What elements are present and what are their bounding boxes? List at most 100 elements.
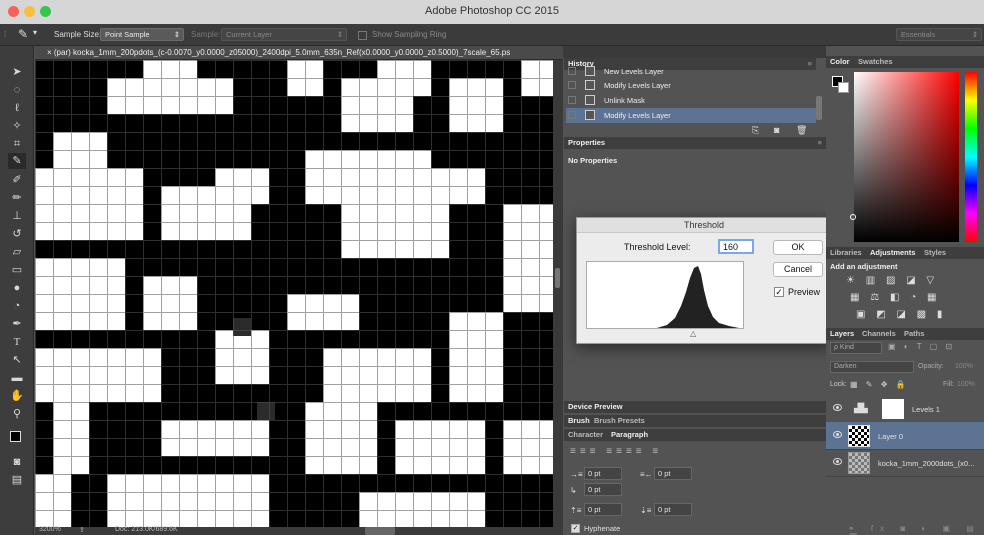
ok-button[interactable]: OK: [773, 240, 823, 255]
tab-swatches[interactable]: Swatches: [858, 57, 893, 66]
visibility-eye-icon[interactable]: [833, 404, 842, 411]
horizontal-scroll-thumb[interactable]: [365, 527, 395, 535]
sample-size-select[interactable]: Point Sample ⇕: [100, 28, 184, 41]
layer-row[interactable]: ▟▙ Levels 1: [826, 395, 984, 423]
tab-paragraph[interactable]: Paragraph: [611, 430, 648, 439]
history-item-selected[interactable]: Modify Levels Layer: [566, 108, 816, 123]
brush-tool-icon[interactable]: ✏: [8, 190, 26, 206]
history-state-icon: [585, 80, 595, 90]
space-before-field[interactable]: 0 pt: [584, 503, 622, 516]
visibility-eye-icon[interactable]: [833, 431, 842, 438]
new-document-from-state-icon[interactable]: ⎘: [752, 125, 759, 136]
space-after-field[interactable]: 0 pt: [654, 503, 692, 516]
chevron-down-icon[interactable]: ▾: [33, 28, 37, 37]
color-picker-cursor[interactable]: [850, 214, 856, 220]
eyedropper-tool-icon[interactable]: ✎: [8, 153, 26, 169]
tab-channels[interactable]: Channels: [862, 329, 896, 338]
threshold-level-input[interactable]: 160: [718, 239, 754, 254]
hyphenate-checkbox[interactable]: ✓: [571, 524, 580, 533]
show-ring-checkbox[interactable]: [358, 31, 367, 40]
healing-brush-tool-icon[interactable]: ✐: [8, 172, 26, 188]
hand-tool-icon[interactable]: ✋: [8, 388, 26, 404]
move-tool-icon[interactable]: ➤: [8, 64, 26, 80]
zoom-level[interactable]: 3200%: [39, 526, 61, 533]
rectangle-tool-icon[interactable]: ▬: [8, 370, 26, 386]
histogram: [586, 261, 744, 329]
cancel-button[interactable]: Cancel: [773, 262, 823, 277]
eraser-tool-icon[interactable]: ▱: [8, 244, 26, 260]
first-line-indent-field[interactable]: 0 pt: [584, 483, 622, 496]
visibility-eye-icon[interactable]: [833, 458, 842, 465]
tab-paths[interactable]: Paths: [904, 329, 924, 338]
path-selection-tool-icon[interactable]: ↖: [8, 352, 26, 368]
new-snapshot-icon[interactable]: ◙: [774, 125, 779, 135]
background-color-chip[interactable]: [838, 82, 849, 93]
tab-brush-presets[interactable]: Brush Presets: [594, 416, 645, 425]
opacity-value[interactable]: 100%: [955, 363, 973, 370]
fill-value[interactable]: 100%: [957, 381, 975, 388]
adjustment-icons-row-2[interactable]: ▦ ⚖ ◧ ◔ ▦: [850, 292, 940, 303]
hue-slider[interactable]: [965, 72, 977, 242]
tab-character[interactable]: Character: [568, 430, 603, 439]
fill-label: Fill:: [943, 381, 954, 388]
workspace-select[interactable]: Essentials ⇕: [896, 28, 982, 41]
sample-select[interactable]: Current Layer ⇕: [221, 28, 347, 41]
color-picker-field[interactable]: [854, 72, 959, 242]
history-scrollbar[interactable]: [816, 96, 822, 120]
layer-filter-icons[interactable]: ▣ ◐ T ▢ ⊡: [888, 342, 955, 351]
tab-adjustments[interactable]: Adjustments: [870, 248, 915, 257]
marquee-tool-icon[interactable]: ◌: [8, 82, 26, 98]
blend-mode-select[interactable]: Darken: [830, 361, 914, 373]
threshold-dialog: Threshold Threshold Level: 160 OK Cancel…: [576, 217, 832, 344]
tab-styles[interactable]: Styles: [924, 248, 946, 257]
canvas[interactable]: [35, 60, 553, 527]
threshold-level-label: Threshold Level:: [624, 242, 691, 252]
space-before-icon: ⇡≡: [570, 506, 582, 515]
foreground-color-swatch[interactable]: [10, 431, 21, 442]
document-tab[interactable]: × (par) kocka_1mm_200pdots_(c-0.0070_y0.…: [35, 46, 563, 60]
eyedropper-tool-preset-icon[interactable]: ✎: [18, 27, 28, 41]
layer-row-selected[interactable]: Layer 0: [826, 422, 984, 450]
first-line-indent-icon: ↳: [570, 486, 577, 495]
share-icon[interactable]: ⇪: [79, 526, 85, 534]
adjustment-icons-row-1[interactable]: ☀ ▥ ▨ ◪ ▽: [846, 275, 938, 286]
gradient-tool-icon[interactable]: ▭: [8, 262, 26, 278]
pen-tool-icon[interactable]: ✒: [8, 316, 26, 332]
threshold-slider-handle[interactable]: △: [690, 329, 696, 338]
history-item[interactable]: Modify Levels Layer: [566, 78, 816, 93]
tab-layers[interactable]: Layers: [830, 329, 854, 338]
character-tabs: Character Paragraph: [564, 429, 826, 441]
paragraph-align-buttons[interactable]: ≡≡≡ ≡≡≡≡ ≡: [570, 446, 710, 458]
dodge-tool-icon[interactable]: ◔: [8, 298, 26, 314]
preview-checkbox[interactable]: ✓: [774, 287, 784, 297]
indent-left-field[interactable]: 0 pt: [584, 467, 622, 480]
history-state-icon: [585, 95, 595, 105]
clone-stamp-tool-icon[interactable]: ⊥: [8, 208, 26, 224]
blur-tool-icon[interactable]: ●: [8, 280, 26, 296]
history-item[interactable]: New Levels Layer: [566, 64, 816, 79]
type-tool-icon[interactable]: T: [8, 334, 26, 350]
scrollbar-thumb[interactable]: [555, 268, 560, 288]
quick-mask-icon[interactable]: ◙: [8, 454, 26, 470]
screen-mode-icon[interactable]: ▤: [8, 472, 26, 488]
zoom-tool-icon[interactable]: ⚲: [8, 406, 26, 422]
crop-tool-icon[interactable]: ⌗: [8, 136, 26, 152]
layer-row[interactable]: kocka_1mm_2000dots_(x0...: [826, 449, 984, 477]
history-item[interactable]: Unlink Mask: [566, 93, 816, 108]
tab-device-preview[interactable]: Device Preview: [564, 401, 826, 413]
vertical-scrollbar[interactable]: [553, 60, 563, 527]
layers-footer-icons[interactable]: ⚭ fx ◙ ◐ ▣ ▤ 🗑: [826, 524, 984, 535]
lasso-tool-icon[interactable]: ℓ: [8, 100, 26, 116]
lock-label: Lock:: [830, 381, 847, 388]
tab-color[interactable]: Color: [830, 57, 850, 66]
tab-properties[interactable]: Properties ≡: [564, 137, 826, 149]
quick-select-tool-icon[interactable]: ✧: [8, 118, 26, 134]
tab-brush[interactable]: Brush: [568, 416, 590, 425]
lock-icons[interactable]: ▦ ✎ ✥ 🔒: [850, 380, 909, 389]
adjustment-icons-row-3[interactable]: ▣ ◩ ◪ ▩ ▮: [856, 309, 946, 320]
history-brush-tool-icon[interactable]: ↺: [8, 226, 26, 242]
tab-libraries[interactable]: Libraries: [830, 248, 862, 257]
layer-kind-filter[interactable]: ρ Kind: [830, 342, 882, 354]
trash-icon[interactable]: 🗑: [796, 125, 807, 136]
indent-right-field[interactable]: 0 pt: [654, 467, 692, 480]
